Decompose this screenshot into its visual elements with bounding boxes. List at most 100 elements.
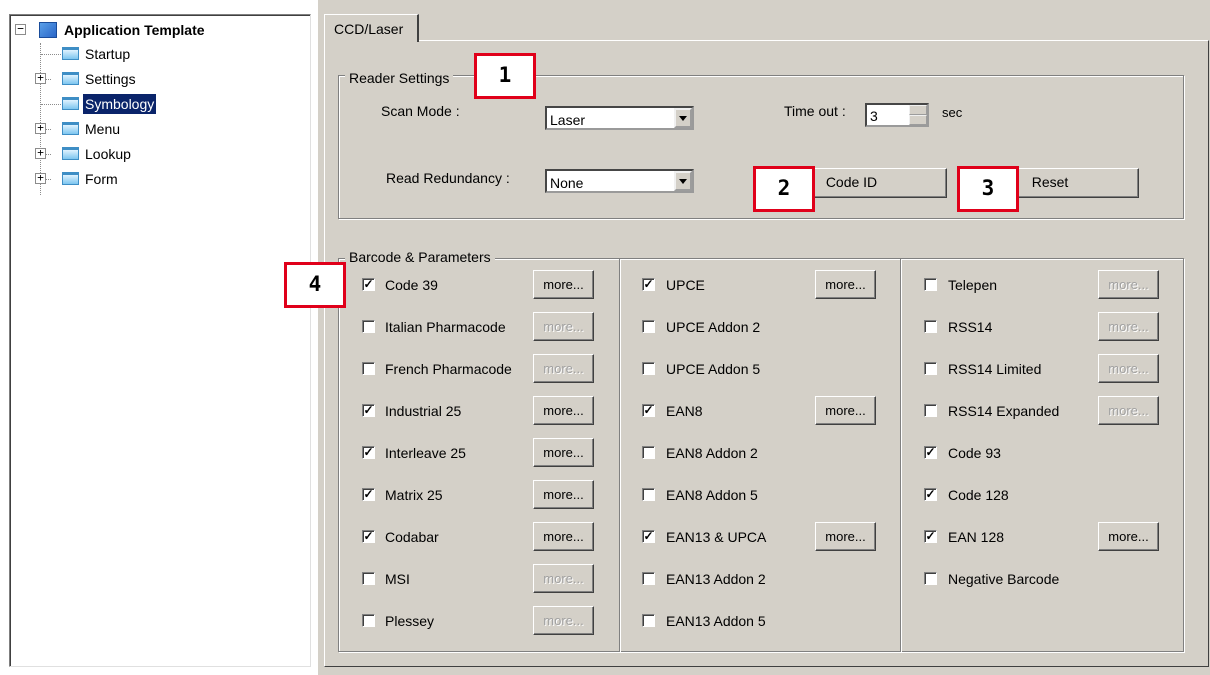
column-divider [900, 259, 902, 652]
scan-mode-value: Laser [550, 112, 586, 128]
barcode-label[interactable]: RSS14 [948, 319, 992, 335]
tree-root-label: Application Template [64, 22, 205, 38]
expand-icon[interactable]: + [35, 122, 46, 134]
barcode-label[interactable]: EAN13 & UPCA [666, 529, 766, 545]
more-button[interactable]: more... [533, 396, 594, 425]
barcode-checkbox[interactable]: ✓ [924, 446, 937, 459]
folder-icon [62, 172, 79, 185]
barcode-label[interactable]: EAN8 [666, 403, 703, 419]
chevron-down-icon[interactable] [674, 171, 692, 191]
barcode-parameters-title: Barcode & Parameters [345, 249, 495, 265]
barcode-label[interactable]: Code 93 [948, 445, 1001, 461]
barcode-label[interactable]: EAN8 Addon 5 [666, 487, 758, 503]
barcode-checkbox[interactable] [362, 614, 375, 627]
barcode-checkbox[interactable]: ✓ [642, 530, 655, 543]
barcode-label[interactable]: Industrial 25 [385, 403, 461, 419]
barcode-label[interactable]: Code 128 [948, 487, 1009, 503]
expand-icon[interactable]: + [35, 72, 46, 84]
application-icon [39, 22, 57, 38]
timeout-unit: sec [942, 105, 963, 120]
barcode-label[interactable]: EAN8 Addon 2 [666, 445, 758, 461]
barcode-label[interactable]: Negative Barcode [948, 571, 1059, 587]
barcode-checkbox[interactable]: ✓ [642, 404, 655, 417]
timeout-spinner[interactable]: 3 [865, 103, 929, 127]
barcode-checkbox[interactable] [642, 572, 655, 585]
barcode-checkbox[interactable] [362, 362, 375, 375]
barcode-checkbox[interactable]: ✓ [362, 404, 375, 417]
barcode-checkbox[interactable] [642, 446, 655, 459]
barcode-label[interactable]: Telepen [948, 277, 997, 293]
barcode-checkbox[interactable]: ✓ [362, 488, 375, 501]
more-button[interactable]: more... [1098, 270, 1159, 299]
barcode-label[interactable]: EAN13 Addon 2 [666, 571, 766, 587]
tree-item-label: Lookup [85, 146, 131, 162]
scan-mode-select[interactable]: Laser [545, 106, 694, 130]
more-button[interactable]: more... [815, 270, 876, 299]
folder-icon [62, 97, 79, 110]
barcode-label[interactable]: Codabar [385, 529, 439, 545]
expand-icon[interactable]: + [35, 172, 46, 184]
barcode-checkbox[interactable]: ✓ [362, 446, 375, 459]
barcode-checkbox[interactable] [642, 488, 655, 501]
barcode-checkbox[interactable] [642, 614, 655, 627]
barcode-label[interactable]: RSS14 Expanded [948, 403, 1059, 419]
tab-ccd-laser[interactable]: CCD/Laser [324, 14, 419, 42]
chevron-down-icon[interactable] [674, 108, 692, 128]
more-button[interactable]: more... [533, 522, 594, 551]
barcode-checkbox[interactable] [924, 404, 937, 417]
folder-icon [62, 47, 79, 60]
barcode-label[interactable]: UPCE Addon 5 [666, 361, 760, 377]
barcode-label[interactable]: MSI [385, 571, 410, 587]
expand-icon[interactable]: + [35, 147, 46, 159]
barcode-checkbox[interactable] [924, 278, 937, 291]
barcode-label[interactable]: Plessey [385, 613, 434, 629]
barcode-checkbox[interactable]: ✓ [642, 278, 655, 291]
more-button[interactable]: more... [815, 522, 876, 551]
more-button[interactable]: more... [1098, 354, 1159, 383]
tab-label: CCD/Laser [334, 21, 404, 37]
more-button[interactable]: more... [533, 606, 594, 635]
barcode-checkbox[interactable] [642, 362, 655, 375]
barcode-checkbox[interactable] [924, 362, 937, 375]
barcode-label[interactable]: EAN13 Addon 5 [666, 613, 766, 629]
read-redundancy-select[interactable]: None [545, 169, 694, 193]
spin-down-icon[interactable] [909, 115, 927, 125]
barcode-checkbox[interactable]: ✓ [362, 530, 375, 543]
callout-2: 2 [753, 166, 815, 212]
tree-item-label: Startup [85, 46, 131, 62]
barcode-label[interactable]: UPCE [666, 277, 705, 293]
barcode-label[interactable]: EAN 128 [948, 529, 1004, 545]
more-button[interactable]: more... [533, 312, 594, 341]
barcode-checkbox[interactable]: ✓ [924, 488, 937, 501]
barcode-checkbox[interactable]: ✓ [362, 278, 375, 291]
spin-up-icon[interactable] [909, 105, 927, 115]
barcode-checkbox[interactable] [924, 572, 937, 585]
barcode-label[interactable]: Interleave 25 [385, 445, 466, 461]
callout-3: 3 [957, 166, 1019, 212]
more-button[interactable]: more... [815, 396, 876, 425]
more-button[interactable]: more... [1098, 396, 1159, 425]
barcode-checkbox[interactable] [642, 320, 655, 333]
more-button[interactable]: more... [533, 270, 594, 299]
barcode-label[interactable]: Matrix 25 [385, 487, 443, 503]
barcode-label[interactable]: Code 39 [385, 277, 438, 293]
barcode-label[interactable]: UPCE Addon 2 [666, 319, 760, 335]
barcode-checkbox[interactable]: ✓ [924, 530, 937, 543]
more-button[interactable]: more... [1098, 522, 1159, 551]
barcode-label[interactable]: RSS14 Limited [948, 361, 1041, 377]
barcode-checkbox[interactable] [362, 320, 375, 333]
more-button[interactable]: more... [533, 438, 594, 467]
tree-view[interactable]: − Application Template Startup + Settings S… [9, 14, 311, 667]
collapse-icon[interactable]: − [15, 23, 26, 35]
more-button[interactable]: more... [533, 354, 594, 383]
more-button[interactable]: more... [533, 564, 594, 593]
barcode-label[interactable]: French Pharmacode [385, 361, 512, 377]
tree-item-label: Menu [85, 121, 121, 137]
folder-icon [62, 72, 79, 85]
barcode-checkbox[interactable] [362, 572, 375, 585]
barcode-label[interactable]: Italian Pharmacode [385, 319, 506, 335]
read-redundancy-value: None [550, 175, 584, 191]
more-button[interactable]: more... [533, 480, 594, 509]
barcode-checkbox[interactable] [924, 320, 937, 333]
more-button[interactable]: more... [1098, 312, 1159, 341]
